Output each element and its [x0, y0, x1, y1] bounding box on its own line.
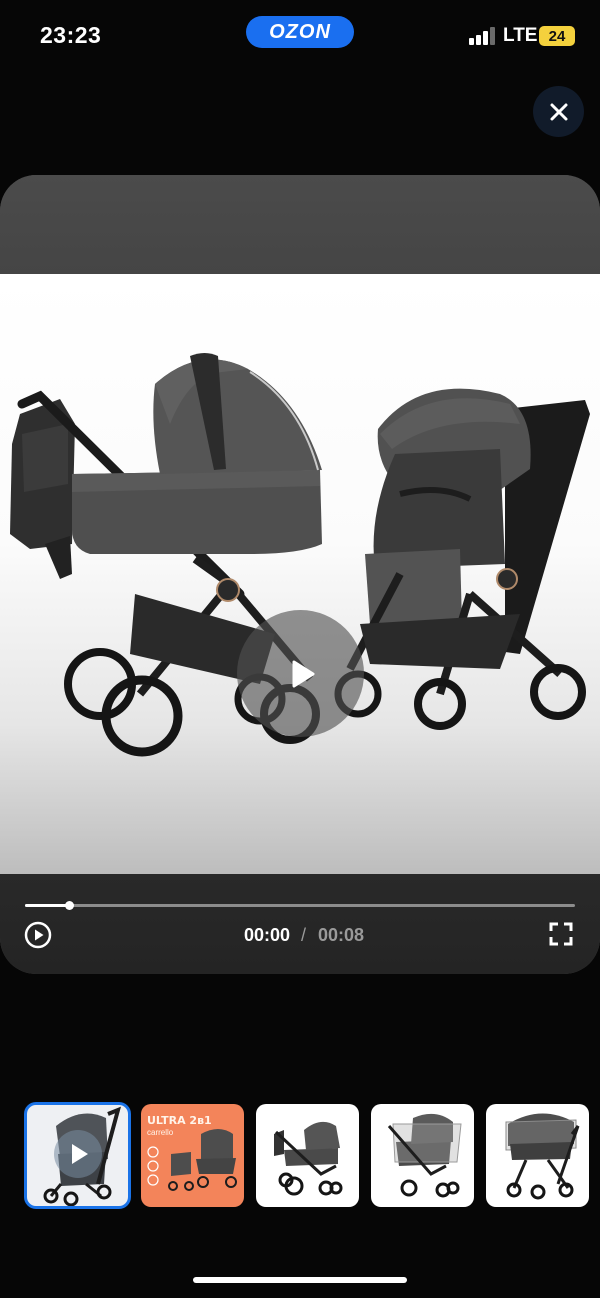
total-duration: 00:08 — [318, 925, 365, 945]
seat-stroller-illustration — [334, 388, 590, 730]
thumbnail-promo[interactable]: ULTRA 2в1 carrello — [141, 1104, 244, 1207]
network-label: LTE — [503, 25, 538, 46]
product-image — [10, 353, 590, 757]
home-indicator[interactable] — [193, 1277, 407, 1283]
video-frame[interactable] — [0, 274, 600, 874]
signal-icon — [469, 27, 495, 45]
current-time: 00:00 — [244, 925, 291, 945]
stroller-thumb-image — [43, 1106, 121, 1207]
ozon-logo[interactable]: OZON — [246, 16, 354, 48]
fullscreen-icon[interactable] — [549, 922, 573, 946]
net-thumb-image — [387, 1113, 462, 1198]
battery-indicator: 24 — [539, 26, 575, 46]
status-time: 23:23 — [40, 22, 102, 48]
promo-image — [147, 1129, 237, 1191]
thumbnail-video[interactable] — [24, 1102, 131, 1209]
time-separator: / — [301, 925, 307, 945]
close-icon — [550, 103, 567, 120]
play-button[interactable] — [24, 921, 52, 949]
thumbnail-image-seat[interactable] — [486, 1104, 589, 1207]
progress-handle[interactable] — [65, 901, 74, 910]
thumbnail-image-netting[interactable] — [371, 1104, 474, 1207]
player-top-bar — [0, 175, 600, 274]
play-icon — [292, 660, 314, 687]
close-button[interactable] — [533, 86, 584, 137]
player-controls: 00:00 / 00:08 — [0, 874, 600, 974]
progress-fill — [25, 904, 69, 907]
video-player[interactable]: 00:00 / 00:08 — [0, 175, 600, 974]
big-play-button[interactable] — [237, 610, 364, 737]
thumbnail-image-carrycot[interactable] — [256, 1104, 359, 1207]
seat-thumb-image — [505, 1113, 580, 1200]
progress-bar[interactable] — [25, 901, 575, 910]
ozon-logo-text: OZON — [269, 20, 331, 43]
carrycot-thumb-image — [274, 1121, 343, 1196]
